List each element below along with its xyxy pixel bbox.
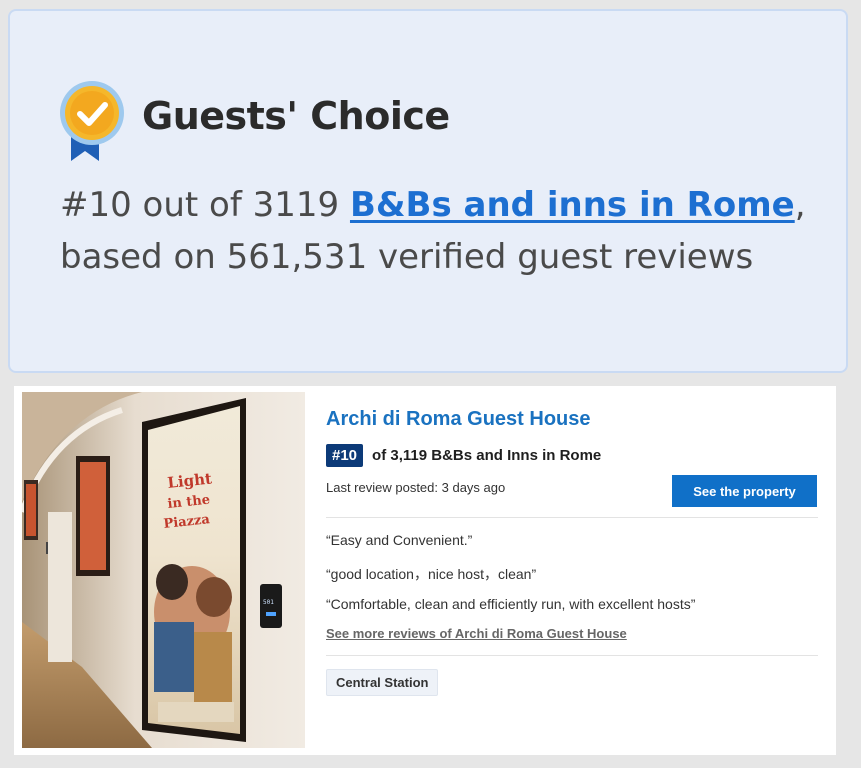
more-reviews-link[interactable]: See more reviews of Archi di Roma Guest … xyxy=(326,626,627,641)
category-link[interactable]: B&Bs and inns in Rome xyxy=(350,185,795,225)
rank-badge: #10 xyxy=(326,444,364,467)
guests-choice-title: Guests' Choice xyxy=(142,94,450,138)
guests-choice-card: Guests' Choice #10 out of 3119 B&Bs and … xyxy=(8,9,848,373)
medal-check-icon xyxy=(58,77,128,163)
see-property-button[interactable]: See the property xyxy=(672,475,817,507)
review-quote: “good location，nice host，clean” xyxy=(326,566,537,582)
rank-row: #10 of 3,119 B&Bs and Inns in Rome xyxy=(326,444,601,467)
rank-text: of 3,119 B&Bs and Inns in Rome xyxy=(372,447,602,464)
guests-choice-header: Guests' Choice xyxy=(58,77,450,163)
svg-text:501: 501 xyxy=(263,599,274,606)
review-quote: “Comfortable, clean and efficiently run,… xyxy=(326,596,696,612)
property-listing-card: Light in the Piazza 501 Archi di Roma Gu… xyxy=(14,386,836,755)
divider xyxy=(326,517,818,518)
rank-prefix: #10 out of 3119 xyxy=(60,185,350,225)
hallway-photo-image: Light in the Piazza 501 xyxy=(22,392,305,748)
property-photo[interactable]: Light in the Piazza 501 xyxy=(22,392,305,748)
property-info: Archi di Roma Guest House #10 of 3,119 B… xyxy=(326,386,818,755)
divider xyxy=(326,655,818,656)
property-name-link[interactable]: Archi di Roma Guest House xyxy=(326,408,591,431)
review-quote: “Easy and Convenient.” xyxy=(326,532,473,548)
last-review-date: Last review posted: 3 days ago xyxy=(326,480,506,495)
location-tag[interactable]: Central Station xyxy=(326,669,439,696)
ranking-description: #10 out of 3119 B&Bs and inns in Rome, b… xyxy=(60,179,820,283)
